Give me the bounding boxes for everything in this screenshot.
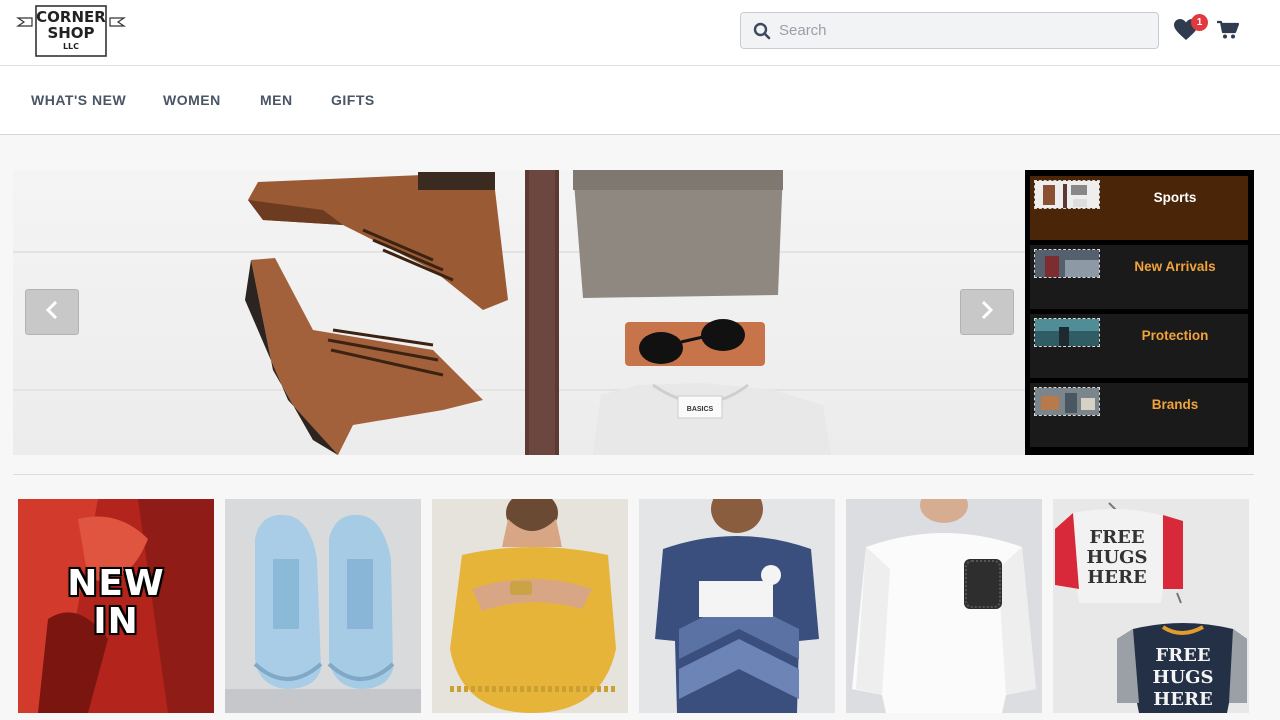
svg-text:HERE: HERE	[1153, 689, 1212, 710]
chevron-right-icon	[980, 300, 994, 325]
carousel-prev-button[interactable]	[25, 289, 79, 335]
category-brands[interactable]: Brands	[1030, 383, 1248, 447]
search-icon	[753, 22, 771, 40]
tile-sneakers[interactable]	[225, 499, 421, 713]
sneakers-image	[225, 499, 421, 713]
category-thumbnail	[1034, 387, 1100, 416]
search-input[interactable]	[779, 22, 1139, 39]
new-in-overlay: NEW IN	[67, 563, 165, 642]
svg-text:FREE: FREE	[1155, 645, 1210, 666]
section-divider	[13, 474, 1254, 475]
category-label: New Arrivals	[1134, 259, 1216, 274]
white-sweatshirt-image	[846, 499, 1042, 713]
tile-yellow-top[interactable]	[432, 499, 628, 713]
tile-white-sweatshirt[interactable]	[846, 499, 1042, 713]
tile-football-jersey[interactable]	[639, 499, 835, 713]
chevron-left-icon	[45, 300, 59, 325]
kids-tees-image: FREE HUGS HERE FREE HUGS HERE	[1053, 499, 1249, 713]
cart-icon[interactable]	[1217, 20, 1240, 40]
nav-item-women[interactable]: WOMEN	[163, 92, 221, 108]
hero-carousel: BASICS	[13, 170, 1025, 455]
svg-text:BASICS: BASICS	[687, 406, 714, 413]
svg-text:LLC: LLC	[63, 42, 79, 51]
svg-text:HERE: HERE	[1087, 567, 1146, 588]
svg-text:FREE: FREE	[1089, 527, 1144, 548]
svg-text:HUGS: HUGS	[1152, 667, 1213, 688]
tile-kids-tees[interactable]: FREE HUGS HERE FREE HUGS HERE	[1053, 499, 1249, 713]
category-label: Protection	[1141, 328, 1209, 343]
nav-item-whats-new[interactable]: WHAT'S NEW	[31, 92, 126, 108]
hero-image: BASICS	[13, 170, 1025, 455]
main-nav: WHAT'S NEW WOMEN MEN GIFTS	[0, 66, 1280, 135]
carousel-next-button[interactable]	[960, 289, 1014, 335]
category-sports[interactable]: Sports	[1030, 176, 1248, 240]
svg-text:HUGS: HUGS	[1086, 547, 1147, 568]
category-thumbnail	[1034, 180, 1100, 209]
category-thumbnail	[1034, 249, 1100, 278]
category-protection[interactable]: Protection	[1030, 314, 1248, 378]
header-bar: CORNER SHOP LLC 1	[0, 0, 1280, 66]
yellow-top-image	[432, 499, 628, 713]
nav-item-gifts[interactable]: GIFTS	[331, 92, 375, 108]
category-label: Brands	[1151, 397, 1199, 412]
search-box[interactable]	[740, 12, 1159, 49]
corner-shop-logo[interactable]: CORNER SHOP LLC	[16, 4, 126, 58]
football-jersey-image	[639, 499, 835, 713]
nav-item-men[interactable]: MEN	[260, 92, 293, 108]
category-thumbnail	[1034, 318, 1100, 347]
category-label: Sports	[1153, 190, 1197, 205]
tile-new-in[interactable]: NEW IN	[18, 499, 214, 713]
category-new-arrivals[interactable]: New Arrivals	[1030, 245, 1248, 309]
svg-text:SHOP: SHOP	[47, 24, 94, 42]
category-panel: Sports New Arrivals Protection Brands	[1025, 170, 1254, 455]
wishlist-count-badge: 1	[1191, 14, 1208, 31]
